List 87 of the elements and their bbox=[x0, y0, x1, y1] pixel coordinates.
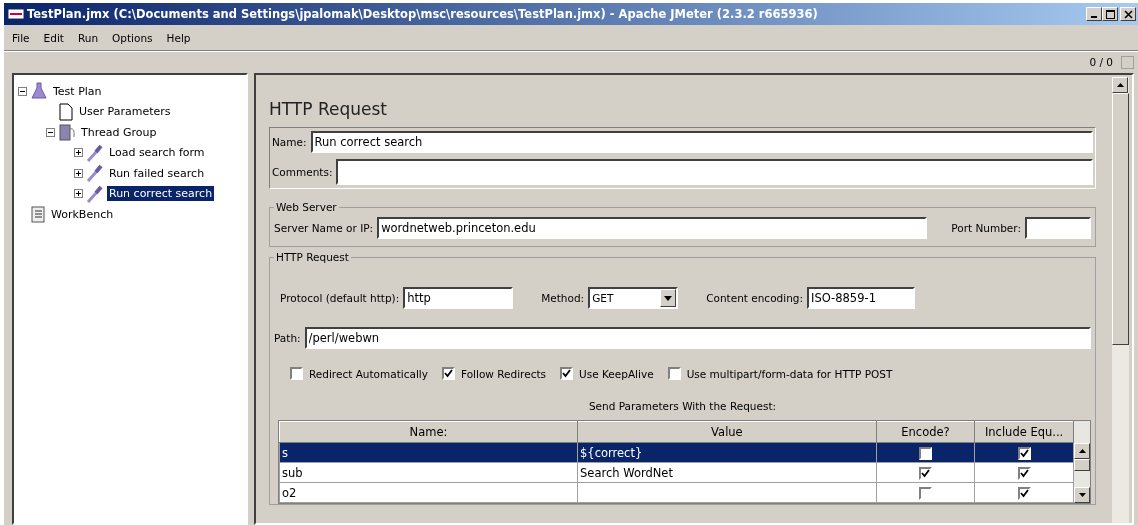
method-label: Method: bbox=[541, 292, 585, 304]
arrow-down-icon bbox=[1078, 493, 1086, 497]
checkbox[interactable] bbox=[667, 367, 681, 380]
maximize-icon bbox=[1105, 9, 1115, 19]
name-field[interactable]: Run correct search bbox=[310, 131, 1093, 153]
port-field[interactable] bbox=[1025, 217, 1091, 239]
counter-text: 0 / 0 bbox=[1089, 56, 1113, 68]
menu-item[interactable]: File bbox=[12, 31, 30, 44]
tree-item[interactable]: User Parameters bbox=[77, 104, 173, 120]
column-header[interactable]: Include Equ... bbox=[974, 421, 1074, 443]
scrollbar[interactable] bbox=[1112, 77, 1129, 523]
document-icon bbox=[58, 102, 74, 121]
table-cell: o2 bbox=[282, 485, 297, 500]
checkbox[interactable] bbox=[919, 466, 932, 480]
spool-icon bbox=[58, 123, 76, 142]
pipette-icon bbox=[86, 184, 104, 203]
encoding-label: Content encoding: bbox=[706, 292, 803, 304]
expand-toggle-icon[interactable] bbox=[74, 168, 83, 178]
clipboard-icon bbox=[30, 205, 46, 224]
checkbox-label: Use multipart/form-data for HTTP POST bbox=[686, 367, 893, 380]
column-header[interactable]: Encode? bbox=[876, 421, 975, 443]
menu-item[interactable]: Help bbox=[166, 31, 191, 44]
encoding-field[interactable]: ISO-8859-1 bbox=[807, 287, 915, 309]
parameters-title: Send Parameters With the Request: bbox=[588, 400, 777, 412]
scroll-thumb[interactable] bbox=[1074, 459, 1090, 471]
table-row[interactable]: o2 bbox=[279, 482, 1074, 503]
protocol-label: Protocol (default http): bbox=[280, 292, 400, 304]
pipette-icon bbox=[86, 143, 104, 162]
path-field[interactable]: /perl/webwn bbox=[304, 327, 1091, 349]
checkbox[interactable] bbox=[442, 367, 455, 380]
checkbox-label: Follow Redirects bbox=[461, 367, 547, 380]
window-title: TestPlan.jmx (C:\Documents and Settings\jpalomak\Desktop\msc\resources\TestPlan.jmx) - Apache JMeter (2.3.2 r665936) bbox=[27, 7, 819, 21]
caret-icon bbox=[664, 295, 673, 301]
comments-field[interactable] bbox=[336, 159, 1093, 185]
method-dropdown[interactable]: GET bbox=[588, 287, 679, 309]
table-cell: ${correct} bbox=[580, 445, 643, 460]
panel-title: HTTP Request bbox=[269, 99, 388, 119]
tree-item[interactable]: Run correct search bbox=[107, 186, 215, 202]
tree-item[interactable]: Thread Group bbox=[79, 124, 159, 140]
checkbox[interactable] bbox=[1017, 486, 1031, 500]
table-row[interactable]: s ${correct} bbox=[279, 442, 1074, 463]
checkbox-label: Redirect Automatically bbox=[309, 367, 428, 380]
checkbox-label: Use KeepAlive bbox=[579, 367, 654, 380]
table-cell: s bbox=[282, 445, 288, 460]
flask-icon bbox=[30, 82, 48, 101]
table-row[interactable]: sub Search WordNet bbox=[279, 462, 1074, 483]
path-label: Path: bbox=[274, 332, 301, 344]
menu-item[interactable]: Edit bbox=[43, 31, 64, 44]
port-label: Port Number: bbox=[951, 222, 1021, 234]
column-header[interactable]: Value bbox=[577, 421, 877, 443]
table-cell: Search WordNet bbox=[580, 465, 673, 480]
expand-toggle-icon[interactable] bbox=[74, 148, 83, 158]
close-button[interactable] bbox=[1120, 7, 1136, 21]
status-indicator-icon bbox=[1121, 55, 1134, 69]
menu-item[interactable]: Run bbox=[77, 31, 99, 44]
minimize-button[interactable] bbox=[1086, 7, 1102, 21]
scroll-thumb[interactable] bbox=[1112, 93, 1129, 345]
checkbox[interactable] bbox=[919, 446, 932, 460]
tree-item[interactable]: WorkBench bbox=[49, 206, 116, 222]
expand-toggle-icon[interactable] bbox=[18, 86, 27, 96]
name-label: Name: bbox=[272, 136, 307, 148]
checkbox[interactable] bbox=[560, 367, 574, 380]
arrow-up-icon bbox=[1116, 83, 1124, 87]
protocol-field[interactable]: http bbox=[403, 287, 514, 309]
expand-toggle-icon[interactable] bbox=[74, 189, 83, 199]
tree-item[interactable]: Load search form bbox=[107, 145, 207, 161]
close-icon bbox=[1123, 9, 1133, 19]
tree-item[interactable]: Run failed search bbox=[107, 165, 207, 181]
group-title: HTTP Request bbox=[275, 251, 350, 263]
pipette-icon bbox=[86, 164, 104, 183]
column-header[interactable]: Name: bbox=[279, 421, 578, 443]
server-field[interactable]: wordnetweb.princeton.edu bbox=[377, 217, 928, 239]
arrow-up-icon bbox=[1078, 449, 1086, 453]
group-title: Web Server bbox=[275, 201, 338, 213]
app-icon bbox=[8, 9, 24, 19]
server-label: Server Name or IP: bbox=[274, 222, 374, 234]
menu-item[interactable]: Options bbox=[112, 31, 153, 44]
checkbox[interactable] bbox=[1017, 466, 1031, 480]
scrollbar[interactable] bbox=[1074, 421, 1090, 503]
table-cell: sub bbox=[282, 465, 303, 480]
maximize-button[interactable] bbox=[1102, 7, 1118, 21]
checkbox[interactable] bbox=[919, 486, 932, 500]
expand-toggle-icon[interactable] bbox=[46, 127, 55, 137]
checkbox[interactable] bbox=[290, 367, 303, 380]
comments-label: Comments: bbox=[272, 166, 333, 178]
checkbox[interactable] bbox=[1017, 446, 1031, 460]
tree-item[interactable]: Test Plan bbox=[51, 83, 104, 99]
